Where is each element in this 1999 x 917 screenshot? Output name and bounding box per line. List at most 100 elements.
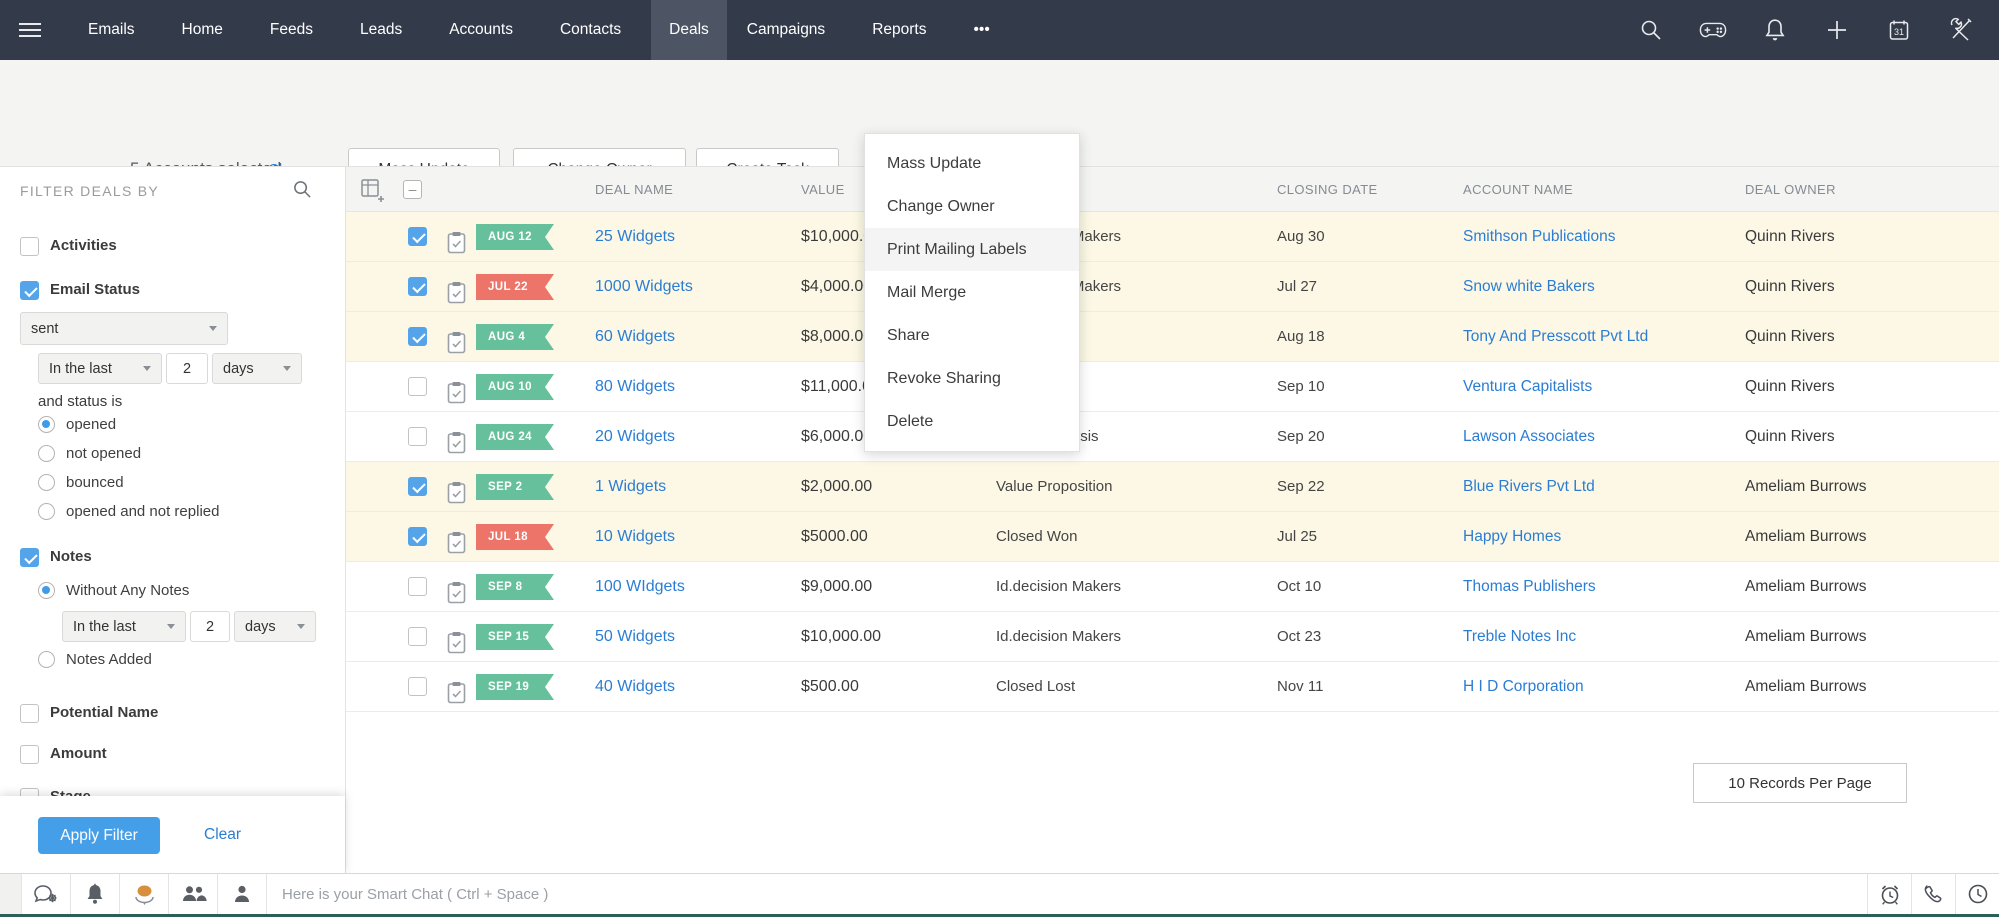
status-not-opened-label[interactable]: not opened <box>66 445 141 462</box>
account-name-link[interactable]: Tony And Presscott Pvt Ltd <box>1463 312 1648 362</box>
status-opened-not-replied-radio[interactable] <box>38 503 55 520</box>
account-name-link[interactable]: H I D Corporation <box>1463 662 1584 712</box>
bell-icon[interactable] <box>1761 16 1789 44</box>
activities-checkbox[interactable] <box>20 237 39 256</box>
search-icon[interactable] <box>1637 16 1665 44</box>
deal-name-link[interactable]: 25 Widgets <box>595 212 675 262</box>
apply-filter-button[interactable]: Apply Filter <box>38 817 160 854</box>
notes-range-select[interactable]: In the last <box>62 611 186 642</box>
row-checkbox[interactable] <box>408 627 427 646</box>
email-range-count-input[interactable] <box>166 353 208 384</box>
table-row[interactable]: SEP 8 100 WIdgets $9,000.00 Id.decision … <box>346 562 1999 612</box>
plus-icon[interactable] <box>1823 16 1851 44</box>
nav-item-deals[interactable]: Deals <box>651 0 727 60</box>
deal-name-link[interactable]: 1 Widgets <box>595 462 666 512</box>
without-any-notes-radio[interactable] <box>38 582 55 599</box>
nav-item-reports[interactable]: Reports <box>872 21 926 39</box>
account-name-link[interactable]: Lawson Associates <box>1463 412 1595 462</box>
table-row[interactable]: JUL 22 1000 Widgets $4,000.00 Id.decisio… <box>346 262 1999 312</box>
email-status-label[interactable]: Email Status <box>50 281 140 298</box>
chat-settings-icon[interactable] <box>22 874 71 914</box>
account-name-link[interactable]: Thomas Publishers <box>1463 562 1596 612</box>
calendar-icon[interactable]: 31 <box>1885 16 1913 44</box>
status-not-opened-radio[interactable] <box>38 445 55 462</box>
row-checkbox[interactable] <box>408 427 427 446</box>
email-range-unit-select[interactable]: days <box>212 353 302 384</box>
deal-name-link[interactable]: 80 Widgets <box>595 362 675 412</box>
nav-item-feeds[interactable]: Feeds <box>270 21 313 39</box>
status-opened-not-replied-label[interactable]: opened and not replied <box>66 503 219 520</box>
deal-name-link[interactable]: 1000 Widgets <box>595 262 693 312</box>
smart-chat-input[interactable] <box>267 874 1867 914</box>
status-bounced-label[interactable]: bounced <box>66 474 124 491</box>
deal-name-link[interactable]: 50 Widgets <box>595 612 675 662</box>
notes-range-unit-select[interactable]: days <box>234 611 316 642</box>
amount-label[interactable]: Amount <box>50 745 107 762</box>
status-opened-label[interactable]: opened <box>66 416 116 433</box>
header-account-name[interactable]: ACCOUNT NAME <box>1463 167 1573 212</box>
group-icon[interactable] <box>169 874 218 914</box>
menu-item-mail-merge[interactable]: Mail Merge <box>865 271 1079 314</box>
task-clipboard-icon[interactable] <box>447 675 466 725</box>
potential-name-label[interactable]: Potential Name <box>50 704 158 721</box>
table-row[interactable]: SEP 19 40 Widgets $500.00 Closed Lost No… <box>346 662 1999 712</box>
row-checkbox[interactable] <box>408 577 427 596</box>
activities-label[interactable]: Activities <box>50 237 117 254</box>
potential-name-checkbox[interactable] <box>20 704 39 723</box>
notes-added-radio[interactable] <box>38 651 55 668</box>
nav-more-icon[interactable]: ••• <box>973 21 989 39</box>
clock-icon[interactable] <box>1955 874 1999 914</box>
notes-checkbox[interactable] <box>20 548 39 567</box>
table-row[interactable]: AUG 12 25 Widgets $10,000.00 Id.decision… <box>346 212 1999 262</box>
nav-item-accounts[interactable]: Accounts <box>449 21 513 39</box>
amount-checkbox[interactable] <box>20 745 39 764</box>
row-checkbox[interactable] <box>408 227 427 246</box>
notes-added-label[interactable]: Notes Added <box>66 651 152 668</box>
records-per-page-select[interactable]: 10 Records Per Page <box>1693 763 1907 803</box>
menu-item-share[interactable]: Share <box>865 314 1079 357</box>
gamepad-icon[interactable] <box>1699 16 1727 44</box>
row-checkbox[interactable] <box>408 327 427 346</box>
menu-item-revoke-sharing[interactable]: Revoke Sharing <box>865 357 1079 400</box>
tools-icon[interactable] <box>1947 16 1975 44</box>
table-row[interactable]: SEP 2 1 Widgets $2,000.00 Value Proposit… <box>346 462 1999 512</box>
bell-icon[interactable] <box>71 874 120 914</box>
deal-name-link[interactable]: 60 Widgets <box>595 312 675 362</box>
nav-item-leads[interactable]: Leads <box>360 21 402 39</box>
email-status-checkbox[interactable] <box>20 281 39 300</box>
hamburger-menu-icon[interactable] <box>19 23 41 37</box>
zoho-chat-icon[interactable] <box>120 874 169 914</box>
menu-item-change-owner[interactable]: Change Owner <box>865 185 1079 228</box>
account-name-link[interactable]: Ventura Capitalists <box>1463 362 1592 412</box>
nav-item-emails[interactable]: Emails <box>88 21 135 39</box>
deal-name-link[interactable]: 40 Widgets <box>595 662 675 712</box>
row-checkbox[interactable] <box>408 277 427 296</box>
table-row[interactable]: AUG 24 20 Widgets $6,000.00 Needs Analys… <box>346 412 1999 462</box>
row-checkbox[interactable] <box>408 377 427 396</box>
clear-filter-link[interactable]: Clear <box>204 826 241 844</box>
without-any-notes-label[interactable]: Without Any Notes <box>66 582 189 599</box>
menu-item-mass-update[interactable]: Mass Update <box>865 142 1079 185</box>
row-checkbox[interactable] <box>408 477 427 496</box>
nav-item-contacts[interactable]: Contacts <box>560 21 621 39</box>
account-name-link[interactable]: Blue Rivers Pvt Ltd <box>1463 462 1595 512</box>
header-deal-name[interactable]: DEAL NAME <box>595 167 673 212</box>
header-value[interactable]: VALUE <box>801 167 845 212</box>
deal-name-link[interactable]: 20 Widgets <box>595 412 675 462</box>
account-name-link[interactable]: Smithson Publications <box>1463 212 1616 262</box>
table-row[interactable]: JUL 18 10 Widgets $5000.00 Closed Won Ju… <box>346 512 1999 562</box>
table-row[interactable]: SEP 15 50 Widgets $10,000.00 Id.decision… <box>346 612 1999 662</box>
nav-item-campaigns[interactable]: Campaigns <box>747 21 825 39</box>
row-checkbox[interactable] <box>408 677 427 696</box>
status-bounced-radio[interactable] <box>38 474 55 491</box>
email-range-select[interactable]: In the last <box>38 353 162 384</box>
table-row[interactable]: AUG 4 60 Widgets $8,000.00 Qualification… <box>346 312 1999 362</box>
header-deal-owner[interactable]: DEAL OWNER <box>1745 167 1836 212</box>
person-icon[interactable] <box>218 874 267 914</box>
email-status-type-select[interactable]: sent <box>20 312 228 345</box>
status-opened-radio[interactable] <box>38 416 55 433</box>
account-name-link[interactable]: Treble Notes Inc <box>1463 612 1576 662</box>
menu-item-delete[interactable]: Delete <box>865 400 1079 443</box>
column-customize-icon[interactable] <box>360 178 384 207</box>
account-name-link[interactable]: Snow white Bakers <box>1463 262 1595 312</box>
